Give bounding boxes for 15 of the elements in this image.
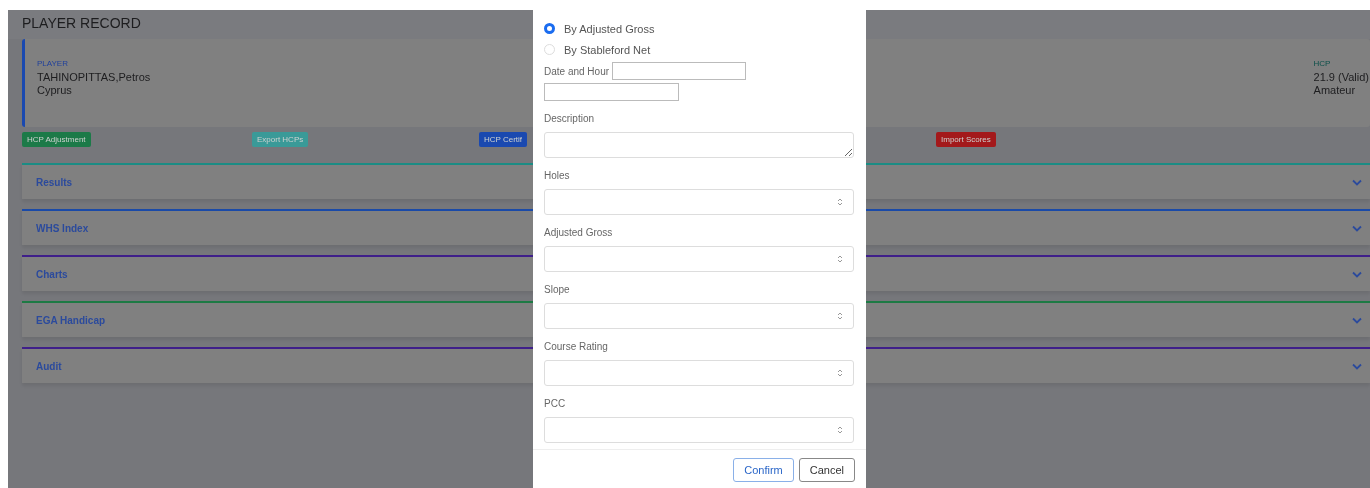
field-label: Adjusted Gross: [544, 227, 614, 238]
radio-label: By Adjusted Gross: [564, 22, 655, 35]
field-label: PCC: [544, 398, 567, 409]
field-label: Date and Hour: [544, 65, 610, 77]
field-label: Slope: [544, 284, 571, 295]
player-name: TAHINOPITTAS,Petros: [37, 71, 151, 84]
hcp-label: HCP: [1313, 59, 1332, 68]
hcp-value: 21.9 (Valid): [1313, 71, 1369, 84]
radio-label: By Stableford Net: [564, 43, 651, 56]
player-country: Cyprus: [37, 84, 73, 97]
field-label: Holes: [544, 170, 571, 181]
player-label: PLAYER: [37, 59, 69, 68]
field-label: Description: [544, 113, 596, 124]
field-label: Course Rating: [544, 341, 609, 352]
player-status: Amateur: [1313, 84, 1357, 97]
